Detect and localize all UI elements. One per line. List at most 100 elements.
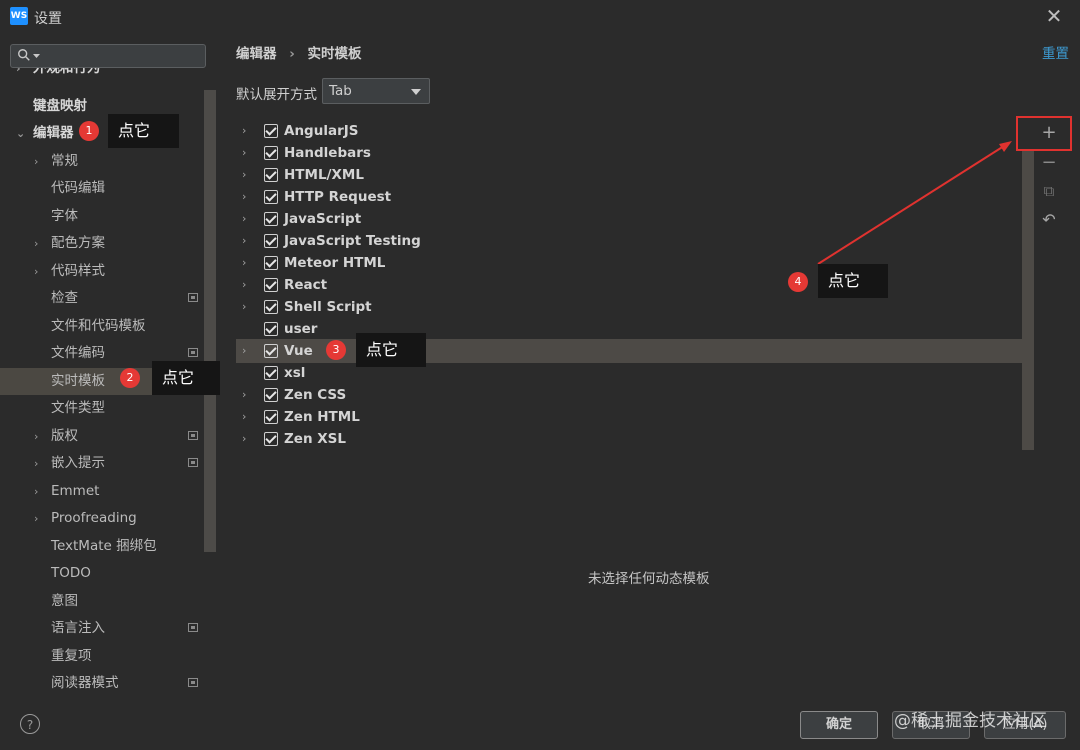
expand-with-select[interactable]: Tab [322, 78, 430, 104]
template-group-checkbox[interactable] [264, 366, 278, 380]
chevron-right-icon[interactable]: › [242, 384, 254, 406]
search-dropdown-icon[interactable] [33, 54, 40, 59]
chevron-right-icon[interactable]: › [34, 506, 46, 532]
project-level-icon [188, 431, 198, 440]
sidebar-item[interactable]: 文件编码 [34, 340, 105, 366]
chevron-right-icon[interactable]: › [242, 120, 254, 142]
sidebar-item-label: 语言注入 [51, 620, 105, 636]
template-group-checkbox[interactable] [264, 432, 278, 446]
breadcrumb-current: 实时模板 [307, 46, 362, 62]
sidebar-item[interactable]: › 常规 [34, 148, 78, 174]
sidebar-item[interactable]: 意图 [34, 588, 78, 614]
template-group-checkbox[interactable] [264, 124, 278, 138]
sidebar-item[interactable]: › 版权 [34, 423, 78, 449]
sidebar-item-label: 检查 [51, 290, 78, 306]
chevron-right-icon[interactable]: › [34, 149, 46, 175]
watermark-text: @稀土掘金技术社区 [894, 711, 1047, 731]
chevron-right-icon[interactable]: › [242, 428, 254, 450]
template-group-label: Zen HTML [284, 409, 360, 425]
template-group-checkbox[interactable] [264, 278, 278, 292]
ok-button[interactable]: 确定 [800, 711, 878, 739]
sidebar-item[interactable]: 检查 [34, 285, 78, 311]
sidebar-item[interactable]: 文件类型 [34, 395, 105, 421]
chevron-right-icon[interactable]: › [242, 142, 254, 164]
template-group-label: HTML/XML [284, 167, 364, 183]
search-input[interactable] [10, 44, 206, 68]
annotation-callout-4: 点它 [818, 264, 888, 298]
chevron-right-icon[interactable]: › [242, 296, 254, 318]
template-group-label: Zen XSL [284, 431, 346, 447]
sidebar-item[interactable]: 文件和代码模板 [34, 313, 146, 339]
sidebar-item-label: 嵌入提示 [51, 455, 105, 471]
sidebar-item-label: 实时模板 [51, 373, 105, 389]
template-group-checkbox[interactable] [264, 300, 278, 314]
sidebar-item[interactable]: › 代码样式 [34, 258, 105, 284]
close-icon[interactable]: ✕ [1043, 5, 1065, 27]
chevron-right-icon[interactable]: › [34, 451, 46, 477]
template-group-checkbox[interactable] [264, 212, 278, 226]
sidebar-item[interactable]: 阅读器模式 [34, 670, 119, 696]
chevron-right-icon[interactable]: › [242, 164, 254, 186]
template-group-checkbox[interactable] [264, 234, 278, 248]
chevron-right-icon[interactable]: › [242, 208, 254, 230]
sidebar-item[interactable]: TextMate 捆绑包 [34, 533, 157, 559]
chevron-down-icon [411, 89, 421, 95]
template-group-checkbox[interactable] [264, 146, 278, 160]
chevron-down-icon[interactable]: ⌄ [16, 121, 28, 147]
sidebar-item[interactable]: › Emmet [34, 478, 99, 504]
sidebar-item[interactable]: 字体 [34, 203, 78, 229]
sidebar-item-label: 外观和行为 [33, 68, 101, 76]
template-list-scrollbar[interactable] [1022, 150, 1034, 450]
chevron-right-icon[interactable]: › [34, 479, 46, 505]
sidebar-item[interactable]: › 嵌入提示 [34, 450, 105, 476]
template-group-checkbox[interactable] [264, 388, 278, 402]
chevron-right-icon[interactable]: › [34, 424, 46, 450]
sidebar-item[interactable]: › 外观和行为 [16, 68, 101, 80]
chevron-right-icon[interactable]: › [34, 231, 46, 257]
sidebar-item-label: 编辑器 [33, 125, 74, 141]
chevron-right-icon[interactable]: › [242, 406, 254, 428]
sidebar-item[interactable]: 键盘映射 [16, 93, 87, 119]
template-group-checkbox[interactable] [264, 344, 278, 358]
chevron-right-icon[interactable]: › [242, 252, 254, 274]
help-icon[interactable]: ? [20, 714, 40, 734]
chevron-right-icon[interactable]: › [34, 259, 46, 285]
chevron-right-icon[interactable]: › [242, 230, 254, 252]
template-group-label: AngularJS [284, 123, 359, 139]
expand-with-value: Tab [329, 83, 352, 99]
template-group-label: React [284, 277, 328, 293]
sidebar-item-label: 阅读器模式 [51, 675, 119, 691]
sidebar-item-label: Emmet [51, 483, 100, 499]
remove-icon[interactable]: − [1038, 152, 1060, 174]
empty-selection-message: 未选择任何动态模板 [588, 571, 710, 587]
template-group-label: JavaScript Testing [284, 233, 421, 249]
expand-with-label: 默认展开方式 [236, 87, 317, 103]
sidebar-item-label: 常规 [51, 153, 78, 169]
template-group-checkbox[interactable] [264, 190, 278, 204]
sidebar-scrollbar[interactable] [204, 90, 216, 552]
sidebar-item[interactable]: 代码编辑 [34, 175, 105, 201]
sidebar-item-label: TextMate 捆绑包 [51, 538, 157, 554]
breadcrumb-parent[interactable]: 编辑器 [236, 46, 277, 62]
sidebar-item-label: 文件和代码模板 [51, 318, 146, 334]
sidebar-item[interactable]: 语言注入 [34, 615, 105, 641]
sidebar-item[interactable]: › 配色方案 [34, 230, 105, 256]
chevron-right-icon[interactable]: › [242, 340, 254, 362]
sidebar-item[interactable]: › Proofreading [34, 505, 137, 531]
sidebar-item[interactable]: 重复项 [34, 643, 92, 669]
copy-icon[interactable]: ⧉ [1038, 180, 1060, 202]
template-group-checkbox[interactable] [264, 256, 278, 270]
sidebar-item[interactable]: TODO [34, 560, 91, 586]
undo-icon[interactable]: ↶ [1038, 209, 1060, 231]
template-group-checkbox[interactable] [264, 168, 278, 182]
breadcrumb: 编辑器 › 实时模板 [236, 42, 361, 62]
template-group-checkbox[interactable] [264, 410, 278, 424]
annotation-badge-2: 2 [120, 368, 140, 388]
sidebar-item[interactable]: ⌄ 编辑器 [16, 120, 74, 146]
chevron-right-icon[interactable]: › [242, 186, 254, 208]
sidebar-item[interactable]: 实时模板 [34, 368, 105, 394]
chevron-right-icon[interactable]: › [242, 274, 254, 296]
template-group-checkbox[interactable] [264, 322, 278, 336]
search-icon [18, 49, 30, 61]
reset-link[interactable]: 重置 [1042, 42, 1069, 62]
